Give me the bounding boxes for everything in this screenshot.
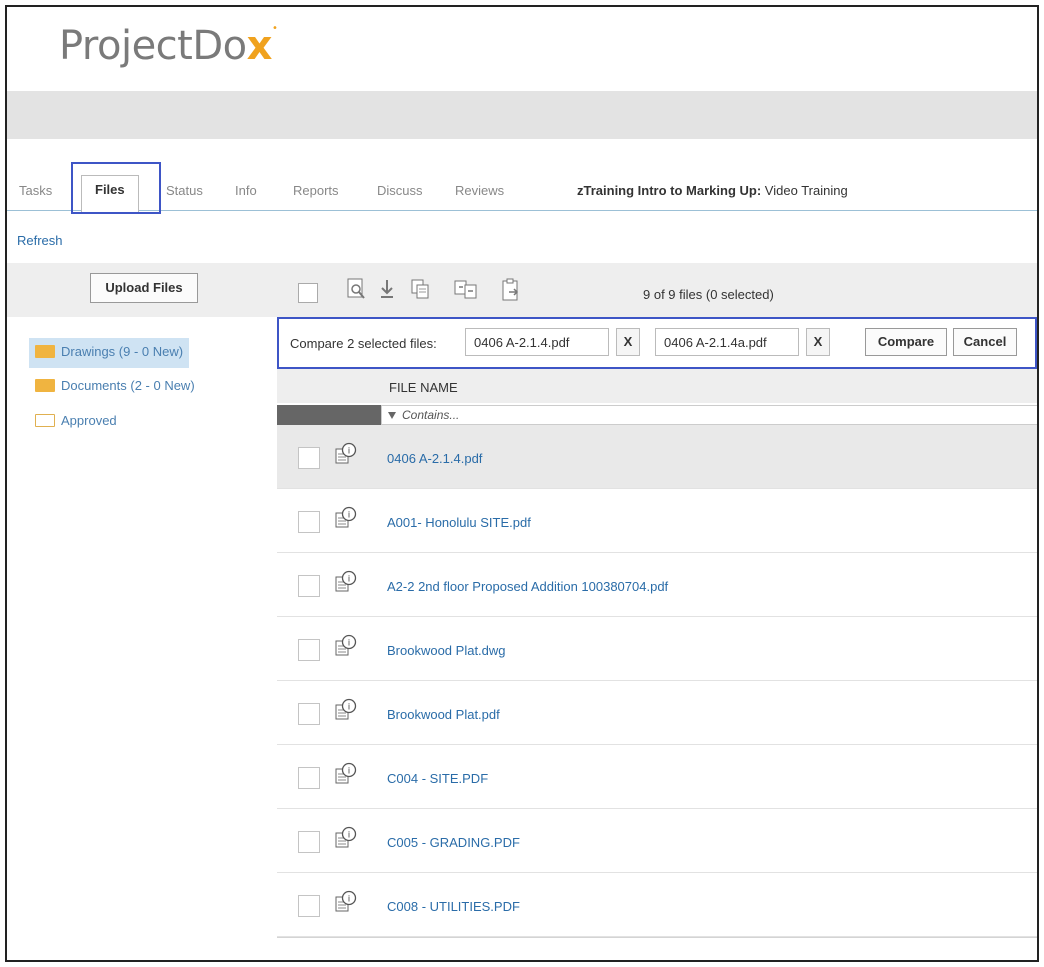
header-bar [7,91,1037,139]
table-row[interactable]: i Brookwood Plat.pdf [277,681,1037,745]
row-checkbox[interactable] [298,767,320,789]
folder-drawings[interactable]: Drawings (9 - 0 New) [29,338,190,368]
file-name-link[interactable]: A2-2 2nd floor Proposed Addition 1003807… [387,579,668,594]
file-count: 9 of 9 files (0 selected) [643,287,774,302]
folder-icon [35,379,55,392]
compare-label: Compare 2 selected files: [290,336,437,351]
file-info-icon[interactable]: i [333,633,359,659]
download-icon[interactable] [376,277,398,303]
tab-reviews[interactable]: Reviews [455,183,504,198]
file-info-icon[interactable]: i [333,697,359,723]
move-icon[interactable] [453,277,477,303]
svg-text:i: i [348,574,350,584]
row-checkbox[interactable] [298,703,320,725]
file-info-icon[interactable]: i [333,505,359,531]
file-info-icon[interactable]: i [333,569,359,595]
app-frame: ProjectDox• Tasks Files Status Info Repo… [5,5,1039,962]
row-checkbox[interactable] [298,511,320,533]
filter-row: Contains... [277,403,1037,425]
file-info-icon[interactable]: i [333,441,359,467]
compare-bar: Compare 2 selected files: 0406 A-2.1.4.p… [277,317,1037,369]
file-name-link[interactable]: C004 - SITE.PDF [387,771,488,786]
remove-file-1-button[interactable]: X [616,328,640,356]
file-name-link[interactable]: Brookwood Plat.dwg [387,643,506,658]
select-all-checkbox[interactable] [298,283,318,303]
tab-tasks[interactable]: Tasks [19,183,52,198]
folder-label: Drawings (9 - 0 New) [61,344,184,359]
filter-placeholder: Contains... [402,408,460,422]
table-row[interactable]: i Brookwood Plat.dwg [277,617,1037,681]
project-title: zTraining Intro to Marking Up: Video Tra… [577,183,848,198]
tab-status[interactable]: Status [166,183,203,198]
table-row[interactable]: i C005 - GRADING.PDF [277,809,1037,873]
paste-icon[interactable] [500,277,522,303]
upload-files-button[interactable]: Upload Files [90,273,198,303]
copy-icon[interactable] [409,277,431,303]
tab-bar [7,173,1037,211]
file-name-link[interactable]: A001- Honolulu SITE.pdf [387,515,531,530]
folder-label: Documents (2 - 0 New) [61,378,195,393]
row-checkbox[interactable] [298,447,320,469]
row-checkbox[interactable] [298,831,320,853]
svg-text:i: i [348,510,350,520]
projectdox-logo: ProjectDox• [59,23,278,69]
row-checkbox[interactable] [298,639,320,661]
table-row[interactable]: i 0406 A-2.1.4.pdf [277,425,1037,489]
table-row[interactable]: i A001- Honolulu SITE.pdf [277,489,1037,553]
file-info-icon[interactable]: i [333,825,359,851]
project-description: Video Training [764,183,848,198]
filter-spacer [277,405,381,425]
folder-outline-icon [35,414,55,427]
folder-approved[interactable]: Approved [29,407,123,437]
table-row[interactable]: i A2-2 2nd floor Proposed Addition 10038… [277,553,1037,617]
svg-text:i: i [348,446,350,456]
refresh-link[interactable]: Refresh [17,233,63,248]
tab-reports[interactable]: Reports [293,183,339,198]
project-name: zTraining Intro to Marking Up: [577,183,762,198]
compare-button[interactable]: Compare [865,328,947,356]
filter-input[interactable]: Contains... [381,405,1037,425]
row-checkbox[interactable] [298,895,320,917]
file-name-link[interactable]: C005 - GRADING.PDF [387,835,520,850]
svg-text:i: i [348,638,350,648]
folder-documents[interactable]: Documents (2 - 0 New) [29,372,201,402]
view-icon[interactable] [345,277,367,303]
file-name-link[interactable]: 0406 A-2.1.4.pdf [387,451,482,466]
file-info-icon[interactable]: i [333,889,359,915]
file-info-icon[interactable]: i [333,761,359,787]
tab-files[interactable]: Files [81,175,139,213]
svg-text:i: i [348,702,350,712]
column-header-file-name[interactable]: FILE NAME [389,380,458,395]
file-name-link[interactable]: Brookwood Plat.pdf [387,707,500,722]
svg-text:i: i [348,766,350,776]
svg-text:i: i [348,830,350,840]
compare-file-1: 0406 A-2.1.4.pdf [465,328,609,356]
tab-discuss[interactable]: Discuss [377,183,423,198]
row-checkbox[interactable] [298,575,320,597]
compare-file-2: 0406 A-2.1.4a.pdf [655,328,799,356]
cancel-button[interactable]: Cancel [953,328,1017,356]
folder-icon [35,345,55,358]
table-bottom-border [277,937,1037,938]
svg-text:i: i [348,894,350,904]
remove-file-2-button[interactable]: X [806,328,830,356]
filter-icon[interactable] [388,412,396,419]
table-row[interactable]: i C008 - UTILITIES.PDF [277,873,1037,937]
folder-label: Approved [61,413,117,428]
tab-info[interactable]: Info [235,183,257,198]
table-row[interactable]: i C004 - SITE.PDF [277,745,1037,809]
file-name-link[interactable]: C008 - UTILITIES.PDF [387,899,520,914]
